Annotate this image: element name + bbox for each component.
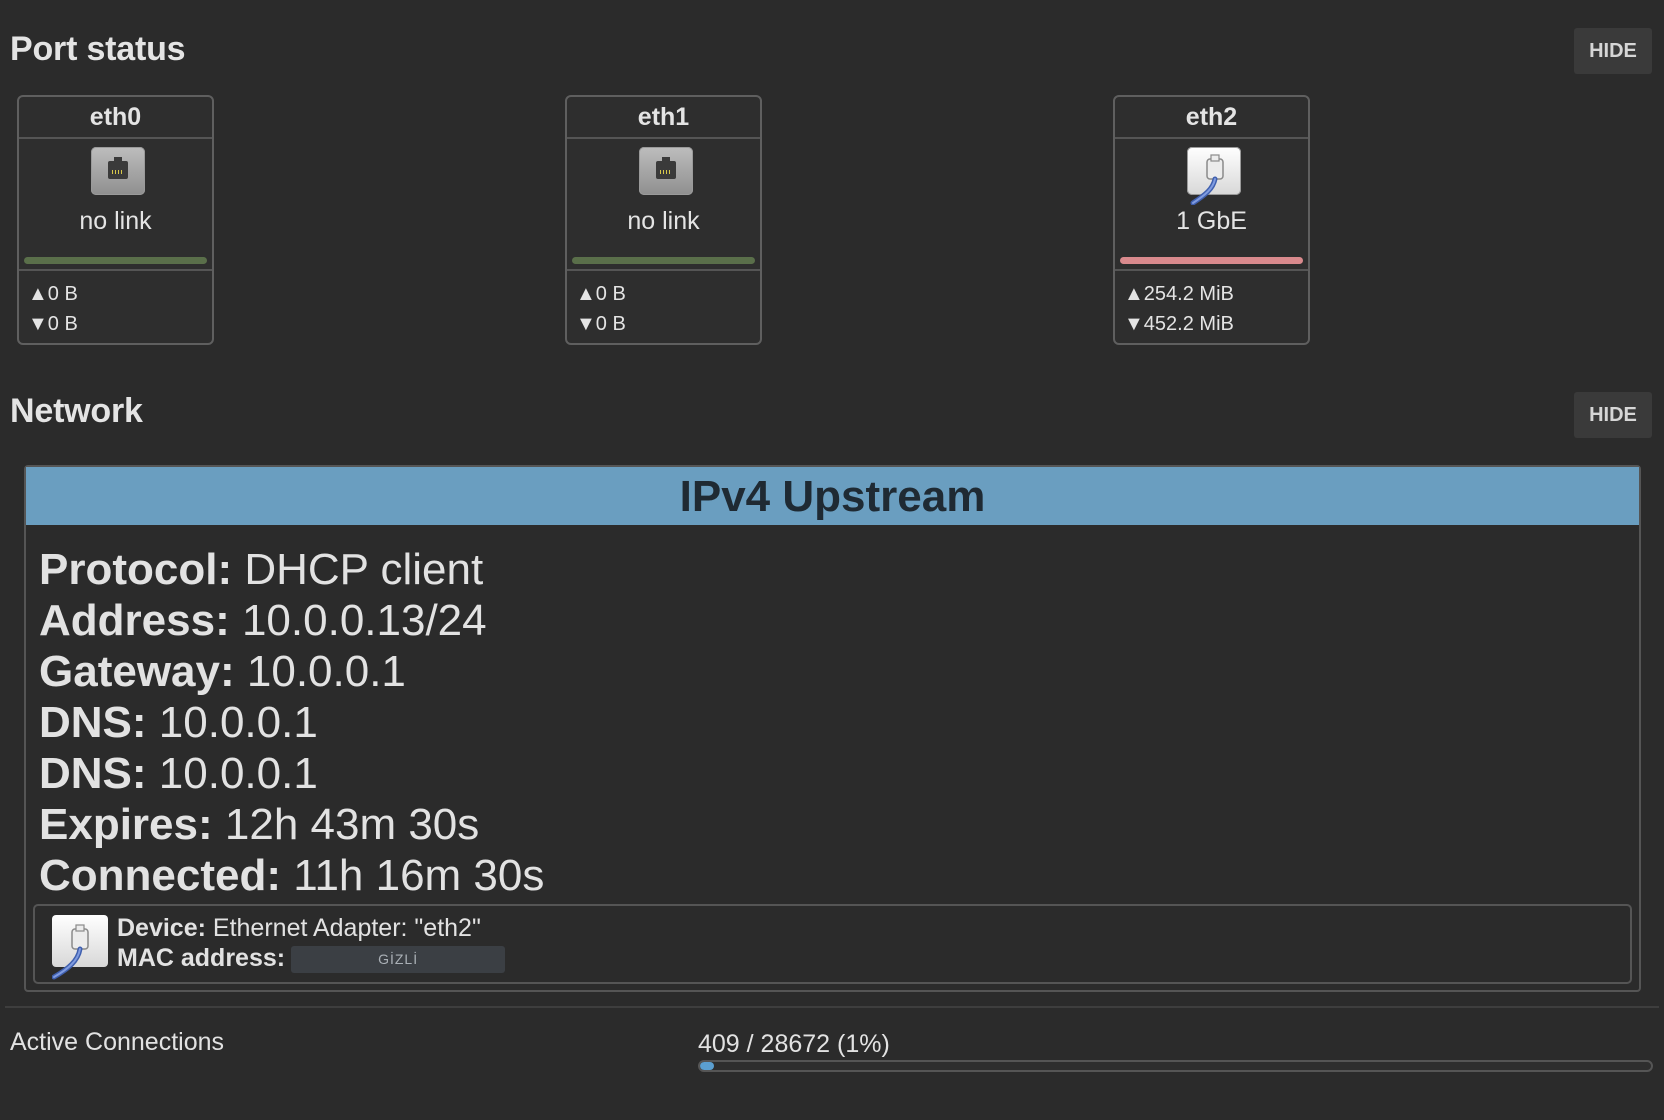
active-connections-progress-fill: [700, 1062, 714, 1070]
row-value: 11h 16m 30s: [293, 851, 545, 900]
rx-value: 0 B: [595, 313, 626, 335]
section-separator: [5, 1006, 1659, 1008]
ethernet-cable-connected-icon: [52, 915, 108, 980]
row-label: Expires:: [39, 800, 213, 849]
port-card-eth0: eth0 no link ▲0 B ▼0 B: [17, 95, 214, 345]
port-divider: [567, 269, 760, 271]
port-status-bar: [1120, 257, 1303, 264]
port-traffic: ▲254.2 MiB ▼452.2 MiB: [1124, 279, 1234, 339]
device-info-box: Device: Ethernet Adapter: "eth2" MAC add…: [33, 904, 1632, 984]
rx-row: ▼0 B: [28, 309, 78, 339]
rx-row: ▼0 B: [576, 309, 626, 339]
row-label: DNS:: [39, 749, 147, 798]
port-link-status: 1 GbE: [1176, 207, 1247, 235]
port-name: eth0: [19, 97, 212, 139]
download-arrow-icon: ▼: [1124, 313, 1144, 335]
device-value: Ethernet Adapter: "eth2": [212, 914, 481, 942]
port-name: eth2: [1115, 97, 1308, 139]
ipv4-upstream-header: IPv4 Upstream: [26, 467, 1639, 525]
upload-arrow-icon: ▲: [1124, 283, 1144, 305]
active-connections-label: Active Connections: [10, 1028, 225, 1056]
row-label: Connected:: [39, 851, 281, 900]
tx-row: ▲0 B: [576, 279, 626, 309]
upstream-info: Protocol: DHCP client Address: 10.0.0.13…: [39, 544, 544, 901]
tx-value: 0 B: [47, 283, 78, 305]
ethernet-port-icon: [639, 147, 693, 195]
row-value: 10.0.0.1: [158, 698, 318, 747]
row-label: Protocol:: [39, 545, 233, 594]
mac-line: MAC address: GİZLİ: [117, 944, 506, 973]
connected-row: Connected: 11h 16m 30s: [39, 850, 544, 901]
port-status-bar: [24, 257, 207, 264]
expires-row: Expires: 12h 43m 30s: [39, 799, 544, 850]
row-label: DNS:: [39, 698, 147, 747]
device-line: Device: Ethernet Adapter: "eth2": [117, 914, 481, 943]
active-connections-value: 409 / 28672 (1%): [698, 1030, 890, 1058]
network-hide-button[interactable]: HIDE: [1574, 392, 1652, 438]
row-value: 10.0.0.13/24: [241, 596, 487, 645]
port-divider: [1115, 269, 1308, 271]
port-divider: [19, 269, 212, 271]
mac-label: MAC address:: [117, 944, 286, 972]
tx-value: 254.2 MiB: [1143, 283, 1234, 305]
row-value: DHCP client: [244, 545, 484, 594]
port-link-status: no link: [79, 207, 152, 235]
dns-row: DNS: 10.0.0.1: [39, 697, 544, 748]
port-card-eth2: eth2 1 GbE ▲254.2 MiB ▼452.2 MiB: [1113, 95, 1310, 345]
rx-value: 452.2 MiB: [1143, 313, 1234, 335]
gateway-row: Gateway: 10.0.0.1: [39, 646, 544, 697]
tx-value: 0 B: [595, 283, 626, 305]
network-title: Network: [10, 392, 143, 430]
ethernet-cable-connected-icon: [1187, 147, 1241, 205]
port-name: eth1: [567, 97, 760, 139]
row-label: Gateway:: [39, 647, 235, 696]
download-arrow-icon: ▼: [28, 313, 48, 335]
active-connections-progress: [698, 1060, 1653, 1072]
page: Port status HIDE eth0 no link ▲0 B ▼0 B …: [0, 0, 1664, 1120]
port-traffic: ▲0 B ▼0 B: [28, 279, 78, 339]
row-value: 10.0.0.1: [158, 749, 318, 798]
port-link-status: no link: [627, 207, 700, 235]
port-card-eth1: eth1 no link ▲0 B ▼0 B: [565, 95, 762, 345]
upload-arrow-icon: ▲: [576, 283, 596, 305]
dns-row: DNS: 10.0.0.1: [39, 748, 544, 799]
rx-value: 0 B: [47, 313, 78, 335]
row-label: Address:: [39, 596, 230, 645]
mac-address-hidden: GİZLİ: [291, 945, 506, 973]
rx-row: ▼452.2 MiB: [1124, 309, 1234, 339]
tx-row: ▲254.2 MiB: [1124, 279, 1234, 309]
download-arrow-icon: ▼: [576, 313, 596, 335]
port-traffic: ▲0 B ▼0 B: [576, 279, 626, 339]
row-value: 12h 43m 30s: [224, 800, 480, 849]
protocol-row: Protocol: DHCP client: [39, 544, 544, 595]
ipv4-upstream-panel: IPv4 Upstream Protocol: DHCP client Addr…: [24, 465, 1641, 992]
ethernet-port-icon: [91, 147, 145, 195]
upload-arrow-icon: ▲: [28, 283, 48, 305]
port-status-title: Port status: [10, 30, 186, 68]
device-label: Device:: [117, 914, 206, 942]
row-value: 10.0.0.1: [246, 647, 406, 696]
address-row: Address: 10.0.0.13/24: [39, 595, 544, 646]
tx-row: ▲0 B: [28, 279, 78, 309]
port-status-bar: [572, 257, 755, 264]
port-status-hide-button[interactable]: HIDE: [1574, 28, 1652, 74]
